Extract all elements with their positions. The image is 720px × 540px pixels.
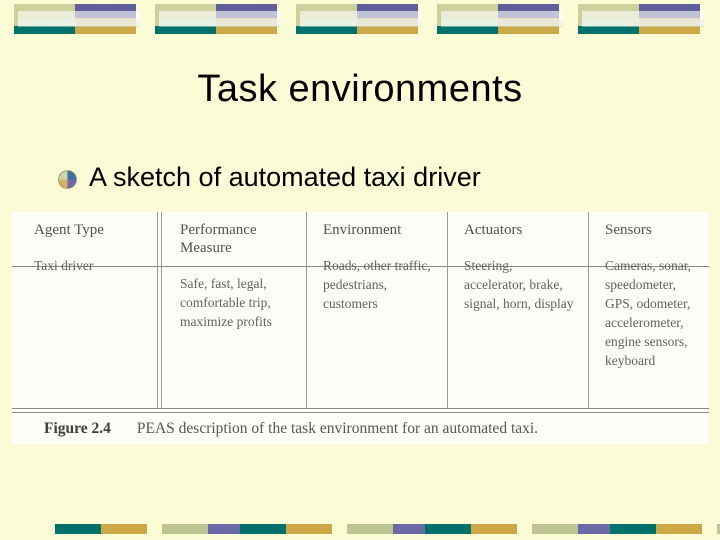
top-band-unit [296, 4, 422, 34]
bottom-band-unit [425, 524, 624, 534]
band-overlay-light [300, 11, 422, 26]
band-gold-segment [101, 524, 147, 534]
top-decorative-band [0, 0, 720, 40]
bottom-band-unit [610, 524, 720, 534]
figure-caption: Figure 2.4 PEAS description of the task e… [44, 420, 538, 438]
top-band-unit [155, 4, 281, 34]
top-band-unit [578, 4, 704, 34]
band-gold-segment [286, 524, 332, 534]
table-bottom-rule [12, 412, 709, 413]
band-sage-segment [162, 524, 208, 534]
band-teal-block [578, 26, 639, 34]
table-column-actuators: Actuators Steering, accelerator, brake, … [448, 212, 588, 408]
pie-bullet-icon [58, 170, 77, 189]
table-cell: Taxi driver [34, 258, 94, 273]
table-column-sensors: Sensors Cameras, sonar, speedometer, GPS… [589, 212, 709, 408]
table-column-environment: Environment Roads, other traffic, pedest… [307, 212, 447, 408]
column-header: Sensors [605, 222, 652, 238]
band-teal-segment [610, 524, 656, 534]
band-sage-segment [532, 524, 578, 534]
bottom-decorative-band [0, 518, 720, 540]
peas-figure: Agent Type Taxi driver Performance Measu… [12, 212, 709, 444]
peas-table: Agent Type Taxi driver Performance Measu… [12, 212, 709, 408]
page-title: Task environments [197, 68, 523, 110]
band-overlay-light [159, 11, 281, 26]
column-header: Environment [323, 222, 402, 238]
band-teal-block [437, 26, 498, 34]
band-gold-segment [471, 524, 517, 534]
table-cell: Roads, other traffic, pedestrians, custo… [323, 258, 431, 311]
band-teal-block [296, 26, 357, 34]
top-band-unit [437, 4, 563, 34]
band-sage-segment [347, 524, 393, 534]
table-column-agent-type: Agent Type Taxi driver [12, 212, 152, 408]
table-bottom-rule [12, 408, 709, 409]
band-teal-segment [240, 524, 286, 534]
table-cell: Safe, fast, legal, comfortable trip, max… [180, 276, 272, 329]
table-column-performance-measure: Performance Measure Safe, fast, legal, c… [162, 212, 306, 408]
top-band-unit [14, 4, 140, 34]
band-teal-segment [425, 524, 471, 534]
band-overlay-light [441, 11, 563, 26]
bottom-band-unit [240, 524, 439, 534]
column-header: Actuators [464, 222, 523, 238]
figure-caption-label: Figure 2.4 [44, 420, 111, 437]
band-teal-block [155, 26, 216, 34]
band-gold-segment [656, 524, 702, 534]
bottom-band-unit [55, 524, 254, 534]
band-overlay-light [582, 11, 704, 26]
table-cell: Steering, accelerator, brake, signal, ho… [464, 258, 574, 311]
column-header: Performance Measure [180, 222, 257, 256]
table-cell: Cameras, sonar, speedometer, GPS, odomet… [605, 258, 692, 368]
band-overlay-light [18, 11, 140, 26]
bullet-item: A sketch of automated taxi driver [58, 162, 481, 193]
band-teal-segment [55, 524, 101, 534]
bullet-item-label: A sketch of automated taxi driver [89, 162, 481, 192]
figure-caption-text: PEAS description of the task environment… [136, 420, 539, 437]
table-vertical-rule [157, 212, 158, 408]
band-teal-block [14, 26, 75, 34]
column-header: Agent Type [34, 222, 104, 238]
